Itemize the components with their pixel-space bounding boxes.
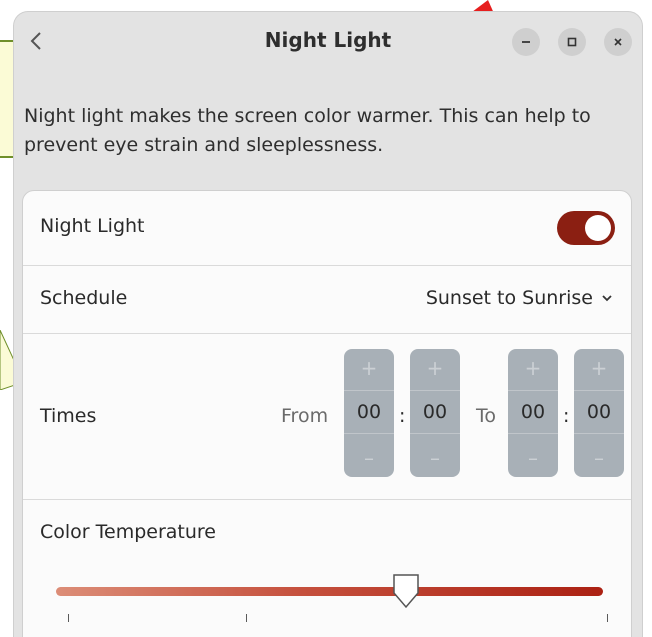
slider-tick: [607, 614, 608, 622]
night-light-toggle[interactable]: [557, 211, 615, 245]
to-minutes-spinner: + 00 –: [574, 349, 624, 477]
schedule-label: Schedule: [40, 287, 128, 309]
to-time-separator: :: [563, 405, 570, 427]
window-controls: [512, 28, 632, 56]
close-icon: [614, 38, 622, 46]
from-time-separator: :: [399, 405, 406, 427]
to-hours-increment-button[interactable]: +: [508, 349, 558, 387]
description-text: Night light makes the screen color warme…: [24, 105, 591, 156]
titlebar: Night Light: [14, 12, 642, 72]
from-hours-spinner: + 00 –: [344, 349, 394, 477]
from-hours-decrement-button[interactable]: –: [344, 439, 394, 477]
minimize-button[interactable]: [512, 28, 540, 56]
chevron-down-icon: [602, 295, 612, 302]
slider-handle[interactable]: [390, 571, 422, 611]
from-hours-field[interactable]: 00: [344, 390, 394, 434]
settings-card: Night Light Schedule Sunset to Sunrise T…: [22, 190, 632, 637]
to-label: To: [476, 405, 497, 427]
to-minutes-increment-button[interactable]: +: [574, 349, 624, 387]
toggle-knob: [585, 215, 611, 241]
from-minutes-spinner: + 00 –: [410, 349, 460, 477]
color-temperature-label: Color Temperature: [40, 521, 217, 543]
maximize-icon: [567, 37, 577, 47]
to-hours-decrement-button[interactable]: –: [508, 439, 558, 477]
night-light-label: Night Light: [40, 215, 145, 237]
night-light-row: Night Light: [23, 191, 631, 266]
from-hours-increment-button[interactable]: +: [344, 349, 394, 387]
times-row: Times From + 00 – : + 00 – To + 00 – : +: [23, 333, 631, 500]
slider-tick: [68, 614, 69, 622]
settings-window: Night Light Night light makes the screen…: [14, 12, 642, 637]
to-minutes-field[interactable]: 00: [574, 390, 624, 434]
minimize-icon: [522, 41, 530, 43]
close-button[interactable]: [604, 28, 632, 56]
from-minutes-field[interactable]: 00: [410, 390, 460, 434]
maximize-button[interactable]: [558, 28, 586, 56]
schedule-row: Schedule Sunset to Sunrise: [23, 265, 631, 334]
slider-tick: [246, 614, 247, 622]
schedule-value: Sunset to Sunrise: [425, 287, 593, 309]
color-temperature-row: Color Temperature: [23, 499, 631, 637]
from-minutes-decrement-button[interactable]: –: [410, 439, 460, 477]
to-hours-field[interactable]: 00: [508, 390, 558, 434]
schedule-dropdown[interactable]: Sunset to Sunrise: [426, 287, 613, 309]
to-minutes-decrement-button[interactable]: –: [574, 439, 624, 477]
color-temperature-slider[interactable]: [56, 587, 603, 596]
times-label: Times: [40, 405, 97, 427]
from-minutes-increment-button[interactable]: +: [410, 349, 460, 387]
to-hours-spinner: + 00 –: [508, 349, 558, 477]
from-label: From: [281, 405, 329, 427]
